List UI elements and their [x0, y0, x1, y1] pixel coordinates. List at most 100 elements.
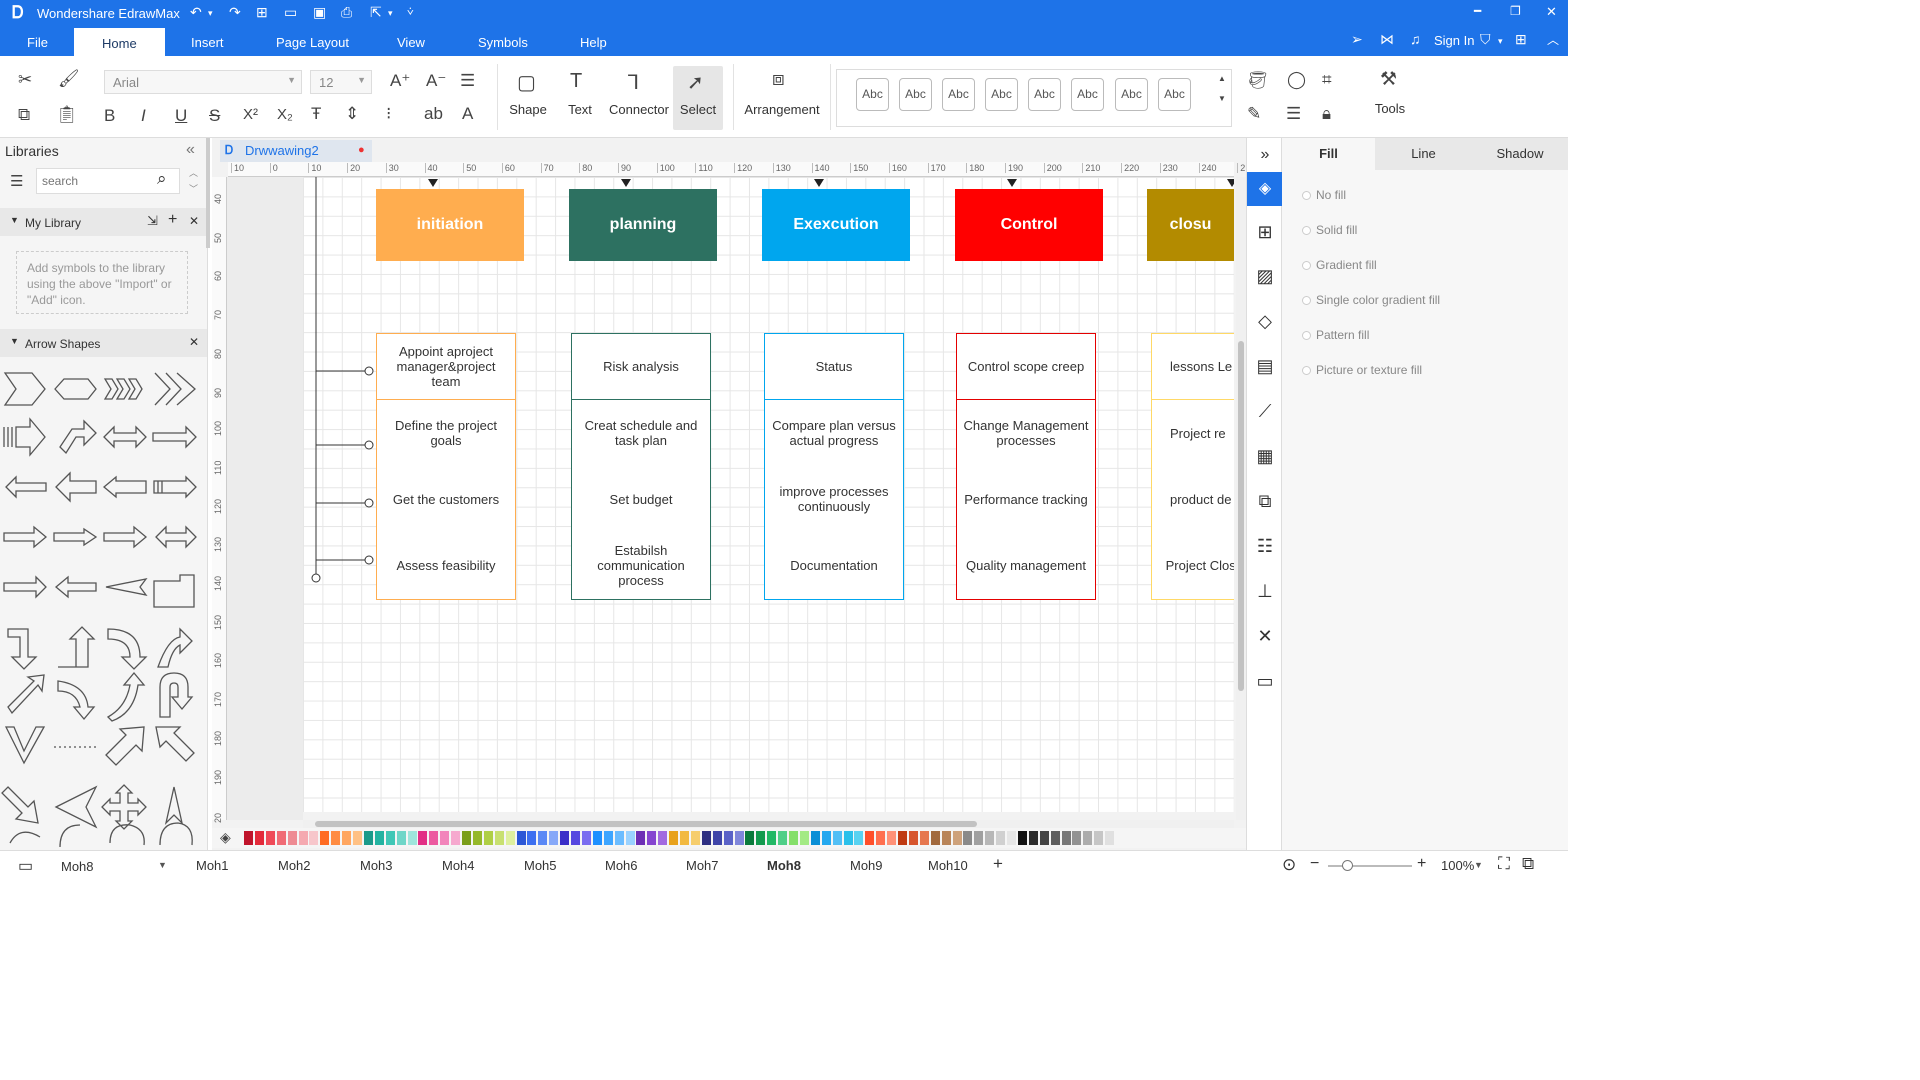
gallery-scroll-down-icon[interactable]: ▼: [1218, 94, 1226, 103]
color-swatch[interactable]: [1017, 831, 1027, 845]
color-swatch[interactable]: [603, 831, 613, 845]
color-swatch[interactable]: [265, 831, 275, 845]
page-layout-toggle-icon[interactable]: ▭: [18, 856, 33, 876]
page-select[interactable]: Moh8 ▼: [52, 854, 172, 879]
color-swatch[interactable]: [658, 831, 668, 845]
task-cell[interactable]: Assess feasibility: [376, 532, 516, 600]
data-icon[interactable]: ⧉: [1247, 484, 1283, 518]
color-swatch[interactable]: [985, 831, 995, 845]
chart-icon[interactable]: ⟋: [1247, 394, 1283, 428]
task-cell[interactable]: Compare plan versus actual progress: [764, 400, 904, 467]
color-swatch[interactable]: [799, 831, 809, 845]
new-file-icon[interactable]: ⊞: [256, 4, 268, 21]
color-swatch[interactable]: [789, 831, 798, 845]
undo-dropdown-icon[interactable]: ▾: [208, 8, 213, 19]
table-icon[interactable]: ▦: [1247, 439, 1283, 473]
decrease-font-icon[interactable]: A⁻: [426, 71, 446, 91]
color-swatch[interactable]: [756, 831, 766, 845]
color-swatch[interactable]: [342, 831, 352, 845]
color-swatch[interactable]: [363, 831, 373, 845]
share-icon[interactable]: ⋈: [1380, 31, 1394, 48]
task-cell[interactable]: Project Clos meetin: [1151, 532, 1234, 600]
color-swatch[interactable]: [810, 831, 820, 845]
theme-icon[interactable]: ⛉: [1480, 31, 1491, 48]
phase-header[interactable]: Exexcution: [762, 189, 910, 261]
zoom-level[interactable]: 100%: [1441, 858, 1474, 873]
copy-icon[interactable]: ⧉: [18, 105, 30, 125]
color-swatch[interactable]: [440, 831, 450, 845]
crop-icon[interactable]: ⌗: [1322, 70, 1332, 90]
page-tab[interactable]: Moh10: [928, 858, 968, 873]
color-swatch[interactable]: [374, 831, 384, 845]
color-swatch[interactable]: [527, 831, 537, 845]
full-screen-icon[interactable]: ⧉: [1522, 854, 1534, 874]
color-swatch[interactable]: [854, 831, 864, 845]
color-swatch[interactable]: [385, 831, 395, 845]
fill-panel-icon[interactable]: ◈: [1247, 172, 1283, 206]
color-swatch[interactable]: [690, 831, 700, 845]
format-painter-icon[interactable]: 🖌︎: [58, 69, 80, 89]
color-swatch[interactable]: [680, 831, 689, 845]
tools-button[interactable]: Tools: [1370, 101, 1410, 116]
task-cell[interactable]: product de: [1151, 466, 1234, 533]
fit-page-icon[interactable]: ⛶: [1498, 854, 1510, 874]
color-swatch[interactable]: [701, 831, 711, 845]
color-swatch[interactable]: [898, 831, 907, 845]
fill-option-picture[interactable]: Picture or texture fill: [1302, 363, 1422, 377]
color-swatch[interactable]: [908, 831, 918, 845]
zoom-dropdown-icon[interactable]: ▼: [1474, 860, 1483, 870]
horizontal-scrollbar[interactable]: [315, 821, 977, 827]
color-swatch[interactable]: [614, 831, 624, 845]
close-icon[interactable]: ✕: [189, 214, 199, 228]
color-swatch[interactable]: [429, 831, 439, 845]
subscript-button[interactable]: X₂: [277, 106, 293, 123]
text-button[interactable]: Text: [562, 102, 598, 117]
fill-bucket-icon[interactable]: 🪣︎: [1247, 71, 1269, 91]
color-swatch[interactable]: [919, 831, 929, 845]
export-dropdown-icon[interactable]: ▾: [388, 8, 393, 19]
arrow-shapes-header[interactable]: ▼ Arrow Shapes ✕: [0, 329, 207, 357]
add-page-icon[interactable]: +: [993, 854, 1003, 874]
color-swatch[interactable]: [538, 831, 548, 845]
color-swatch[interactable]: [952, 831, 962, 845]
menu-view[interactable]: View: [397, 35, 425, 50]
image-icon[interactable]: ▨: [1247, 259, 1283, 293]
increase-font-icon[interactable]: A⁺: [390, 71, 410, 91]
fill-option-solid[interactable]: Solid fill: [1302, 223, 1357, 237]
tab-line[interactable]: Line: [1377, 138, 1470, 170]
search-icon[interactable]: ⌕: [157, 169, 167, 189]
customize-toolbar-icon[interactable]: ⩒: [407, 6, 414, 19]
color-swatch[interactable]: [1061, 831, 1071, 845]
font-family-select[interactable]: Arial ▼: [104, 70, 302, 94]
presentation-icon[interactable]: ▭: [1247, 664, 1283, 698]
scroll-down-icon[interactable]: ﹀: [189, 182, 198, 195]
restore-icon[interactable]: ❐: [1510, 4, 1521, 18]
redo-icon[interactable]: ↷: [229, 4, 241, 21]
task-cell[interactable]: Creat schedule and task plan: [571, 400, 711, 467]
color-swatch[interactable]: [276, 831, 286, 845]
color-swatch[interactable]: [963, 831, 973, 845]
collapse-panel-icon[interactable]: «: [186, 141, 195, 159]
color-swatch[interactable]: [1094, 831, 1104, 845]
cut-icon[interactable]: ✂: [18, 70, 32, 90]
color-swatch[interactable]: [320, 831, 330, 845]
style-sample[interactable]: Abc: [1071, 78, 1104, 111]
color-swatch[interactable]: [287, 831, 297, 845]
color-swatch[interactable]: [571, 831, 580, 845]
color-swatch[interactable]: [451, 831, 461, 845]
color-swatch[interactable]: [843, 831, 853, 845]
org-chart-icon[interactable]: ⊥: [1247, 574, 1283, 608]
color-swatch[interactable]: [494, 831, 504, 845]
color-swatch[interactable]: [331, 831, 341, 845]
tab-fill[interactable]: Fill: [1282, 138, 1375, 170]
connector-icon[interactable]: ⅂: [628, 70, 639, 95]
add-icon[interactable]: +: [168, 211, 177, 229]
color-swatch[interactable]: [712, 831, 722, 845]
color-swatch[interactable]: [865, 831, 875, 845]
open-folder-icon[interactable]: ▭: [284, 4, 297, 21]
task-cell[interactable]: Change Management processes: [956, 400, 1096, 467]
line-style-icon[interactable]: ☰: [1286, 104, 1301, 124]
save-icon[interactable]: ▣: [313, 4, 326, 21]
strikethrough-button[interactable]: S: [209, 106, 220, 126]
shape-icon[interactable]: ▢: [517, 70, 536, 95]
